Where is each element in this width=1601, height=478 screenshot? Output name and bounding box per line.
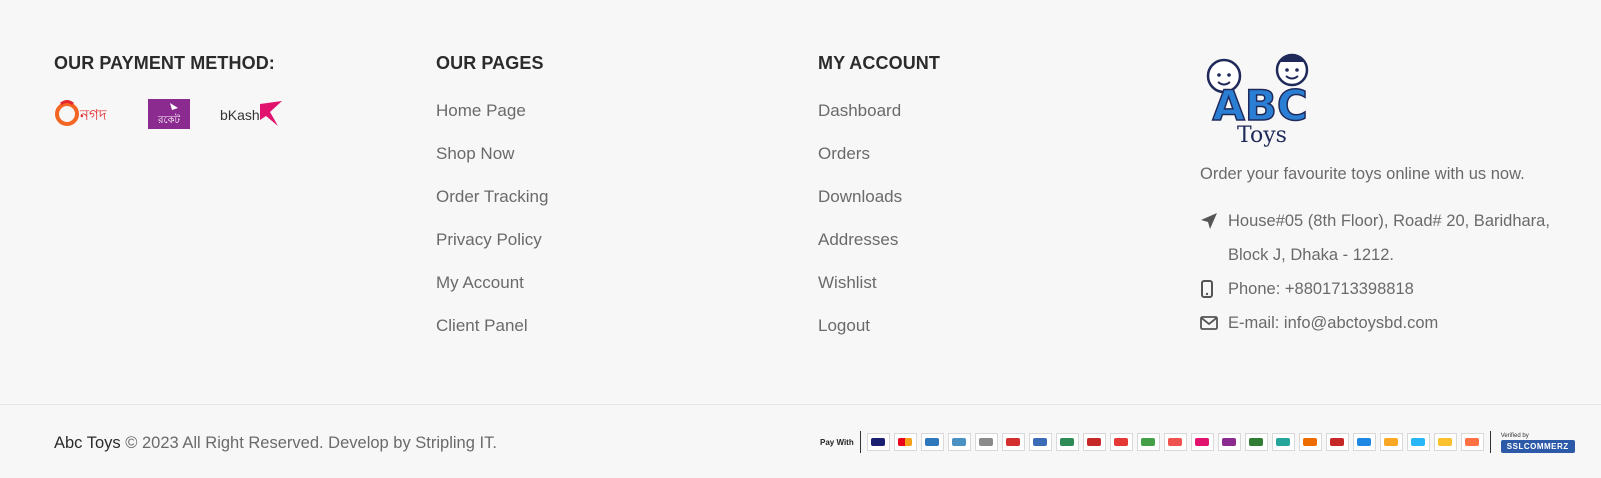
link-privacy-policy[interactable]: Privacy Policy xyxy=(436,230,542,249)
link-shop-now[interactable]: Shop Now xyxy=(436,144,514,163)
account-list: Dashboard Orders Downloads Addresses Wis… xyxy=(818,98,1118,356)
contact-info: House#05 (8th Floor), Road# 20, Baridhar… xyxy=(1200,204,1580,340)
footer-bottom: Abc Toys © 2023 All Right Reserved. Deve… xyxy=(0,405,1601,478)
pages-list: Home Page Shop Now Order Tracking Privac… xyxy=(436,98,736,356)
payment-column: OUR PAYMENT METHOD: নগদ রকেট bKash xyxy=(54,50,374,130)
rocket-pay-icon xyxy=(1217,433,1241,451)
q-cash-icon xyxy=(1028,433,1052,451)
rocket-logo: রকেট xyxy=(148,99,190,129)
ibbl-icon xyxy=(1109,433,1133,451)
mcash-icon xyxy=(1271,433,1295,451)
link-logout[interactable]: Logout xyxy=(818,316,870,335)
list-item: Downloads xyxy=(818,184,1118,227)
payment-strip: Pay With Verified by SSLCOMMERZ xyxy=(820,429,1575,455)
copyright: Abc Toys © 2023 All Right Reserved. Deve… xyxy=(54,431,497,455)
phone-row: Phone: +8801713398818 xyxy=(1200,272,1580,306)
list-item: Client Panel xyxy=(436,313,736,356)
nexus-icon xyxy=(947,433,971,451)
strip-separator xyxy=(1489,431,1491,453)
abc-toys-logo[interactable]: ABC Toys xyxy=(1200,48,1322,148)
bank-asia-icon xyxy=(1055,433,1079,451)
sslcommerz-label: SSLCOMMERZ xyxy=(1500,439,1575,453)
sslcommerz-badge: Verified by SSLCOMMERZ xyxy=(1500,432,1575,453)
brand-link[interactable]: Abc Toys xyxy=(54,434,121,452)
list-item: Home Page xyxy=(436,98,736,141)
link-wishlist[interactable]: Wishlist xyxy=(818,273,877,292)
link-orders[interactable]: Orders xyxy=(818,144,870,163)
phone-text[interactable]: Phone: +8801713398818 xyxy=(1228,272,1414,306)
fastcash-icon xyxy=(1325,433,1349,451)
upay-icon xyxy=(1298,433,1322,451)
list-item: My Account xyxy=(436,270,736,313)
nagad-logo: নগদ xyxy=(54,98,118,130)
pages-column: OUR PAGES Home Page Shop Now Order Track… xyxy=(436,50,736,356)
address-row: House#05 (8th Floor), Road# 20, Baridhar… xyxy=(1200,204,1580,272)
city-bank-icon xyxy=(974,433,998,451)
visa-icon xyxy=(866,433,890,451)
payment-title: OUR PAYMENT METHOD: xyxy=(54,53,275,73)
copyright-text: © 2023 All Right Reserved. Develop by St… xyxy=(120,434,497,452)
dbbl-icon xyxy=(1001,433,1025,451)
tagline: Order your favourite toys online with us… xyxy=(1200,165,1525,183)
list-item: Wishlist xyxy=(818,270,1118,313)
pages-title: OUR PAGES xyxy=(436,53,544,73)
list-item: Order Tracking xyxy=(436,184,736,227)
link-downloads[interactable]: Downloads xyxy=(818,187,902,206)
link-home-page[interactable]: Home Page xyxy=(436,101,526,120)
email-text[interactable]: E-mail: info@abctoysbd.com xyxy=(1228,306,1438,340)
location-arrow-icon xyxy=(1200,204,1228,238)
bkash-pay-icon xyxy=(1190,433,1214,451)
mtb-icon xyxy=(1163,433,1187,451)
strip-separator xyxy=(859,431,861,453)
list-item: Dashboard xyxy=(818,98,1118,141)
link-client-panel[interactable]: Client Panel xyxy=(436,316,528,335)
link-dashboard[interactable]: Dashboard xyxy=(818,101,901,120)
okwallet-icon xyxy=(1379,433,1403,451)
list-item: Logout xyxy=(818,313,1118,356)
mastercard-icon xyxy=(893,433,917,451)
rocket-text: রকেট xyxy=(157,113,181,126)
account-title: MY ACCOUNT xyxy=(818,53,940,73)
payment-logos: নগদ রকেট bKash xyxy=(54,98,374,130)
address-text: House#05 (8th Floor), Road# 20, Baridhar… xyxy=(1228,212,1550,264)
list-item: Shop Now xyxy=(436,141,736,184)
tap-icon xyxy=(1352,433,1376,451)
list-item: Privacy Policy xyxy=(436,227,736,270)
email-row: E-mail: info@abctoysbd.com xyxy=(1200,306,1580,340)
footer-top: OUR PAYMENT METHOD: নগদ রকেট bKash OUR P… xyxy=(0,0,1601,404)
link-addresses[interactable]: Addresses xyxy=(818,230,898,249)
nagad-pay-icon xyxy=(1136,433,1160,451)
link-my-account[interactable]: My Account xyxy=(436,273,524,292)
verified-by-label: Verified by xyxy=(1500,432,1529,439)
info-column: ABC Toys Order your favourite toys onlin… xyxy=(1200,48,1580,340)
list-item: Orders xyxy=(818,141,1118,184)
mobile-phone-icon xyxy=(1200,272,1228,306)
bkash-text: bKash xyxy=(220,107,260,123)
pay-with-label: Pay With xyxy=(820,437,854,447)
bkash-logo: bKash xyxy=(220,98,284,130)
ipay-icon xyxy=(1406,433,1430,451)
link-order-tracking[interactable]: Order Tracking xyxy=(436,187,548,206)
ab-bank-icon xyxy=(1082,433,1106,451)
sure-cash-icon xyxy=(1244,433,1268,451)
islamic-wallet-icon xyxy=(1433,433,1457,451)
envelope-icon xyxy=(1200,306,1228,340)
account-column: MY ACCOUNT Dashboard Orders Downloads Ad… xyxy=(818,50,1118,356)
amex-icon xyxy=(920,433,944,451)
other-bank-icon xyxy=(1460,433,1484,451)
logo-toys-text: Toys xyxy=(1237,123,1287,148)
list-item: Addresses xyxy=(818,227,1118,270)
nagad-text: নগদ xyxy=(79,106,108,124)
